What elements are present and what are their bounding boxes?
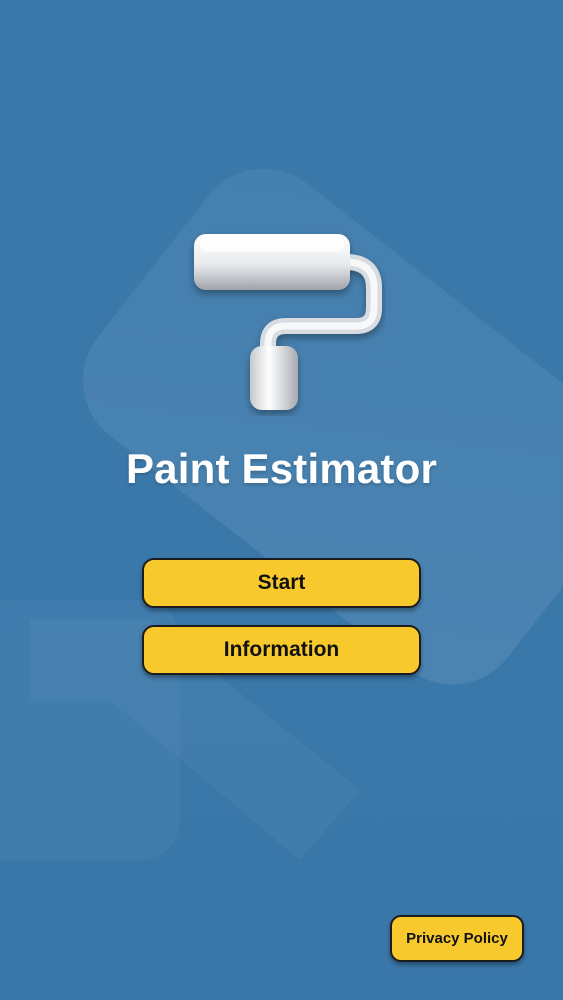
app-title: Paint Estimator [125,445,438,492]
privacy-policy-button[interactable]: Privacy Policy [390,915,524,962]
information-button[interactable]: Information [142,625,421,675]
home-screen: Paint Estimator Start Information Privac… [0,0,563,1000]
paint-roller-icon [194,234,382,410]
start-button[interactable]: Start [142,558,421,608]
background-roller-watermark [30,168,563,860]
